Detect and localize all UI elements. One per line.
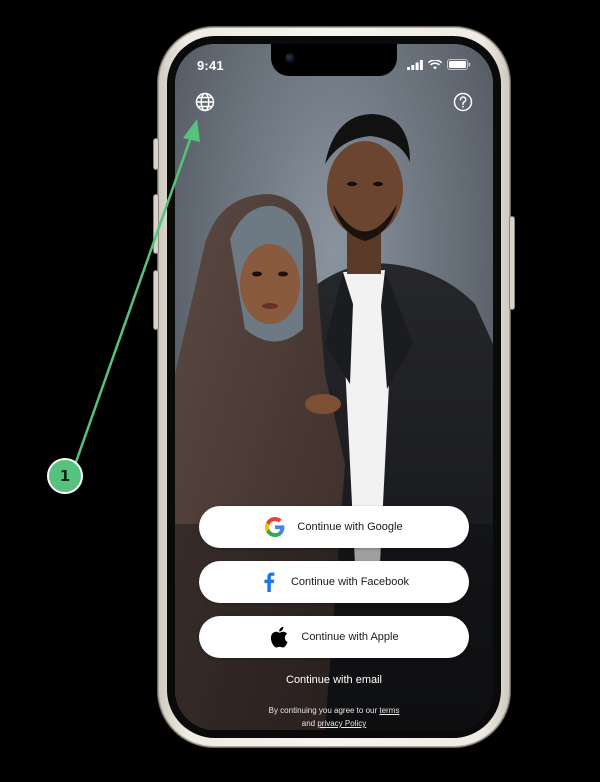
google-icon bbox=[265, 517, 285, 537]
help-circle-icon bbox=[453, 92, 473, 112]
continue-google-button[interactable]: Continue with Google bbox=[199, 506, 469, 548]
app-screen: 9:41 Continue with Google Continue with … bbox=[175, 44, 493, 730]
status-icons bbox=[407, 59, 471, 70]
mute-switch bbox=[154, 139, 158, 169]
wifi-icon bbox=[428, 59, 442, 69]
legal-prefix: By continuing you agree to our bbox=[268, 706, 378, 715]
legal-text: By continuing you agree to our terms and… bbox=[175, 704, 493, 730]
language-button[interactable] bbox=[193, 90, 217, 114]
help-button[interactable] bbox=[451, 90, 475, 114]
phone-frame: 9:41 Continue with Google Continue with … bbox=[154, 27, 514, 747]
legal-and: and bbox=[301, 719, 316, 728]
continue-email-link[interactable]: Continue with email bbox=[175, 674, 493, 686]
phone-notch bbox=[271, 44, 397, 76]
status-time: 9:41 bbox=[197, 58, 224, 73]
volume-up-button bbox=[154, 195, 158, 253]
privacy-policy-link[interactable]: privacy Policy bbox=[317, 719, 366, 728]
phone-bezel: 9:41 Continue with Google Continue with … bbox=[167, 36, 501, 738]
google-button-label: Continue with Google bbox=[297, 521, 403, 533]
apple-icon bbox=[269, 626, 289, 648]
power-button bbox=[510, 217, 514, 309]
apple-button-label: Continue with Apple bbox=[301, 631, 399, 643]
battery-icon bbox=[447, 59, 471, 70]
annotation-badge: 1 bbox=[47, 458, 83, 494]
terms-link[interactable]: terms bbox=[379, 706, 399, 715]
signal-icon bbox=[407, 59, 423, 70]
continue-apple-button[interactable]: Continue with Apple bbox=[199, 616, 469, 658]
facebook-icon bbox=[259, 572, 279, 592]
globe-icon bbox=[195, 92, 215, 112]
facebook-button-label: Continue with Facebook bbox=[290, 576, 409, 588]
continue-facebook-button[interactable]: Continue with Facebook bbox=[199, 561, 469, 603]
volume-down-button bbox=[154, 271, 158, 329]
front-camera bbox=[285, 53, 295, 63]
